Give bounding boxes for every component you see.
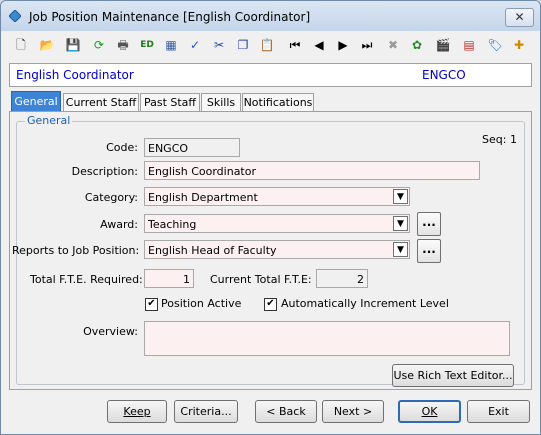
keep-button[interactable]: Keep	[107, 400, 167, 423]
category-label: Category:	[84, 191, 138, 204]
code-label: Code:	[106, 141, 138, 154]
add-task-icon[interactable]: ✚	[509, 35, 529, 55]
tag-icon[interactable]: 🏷	[485, 35, 505, 55]
award-select[interactable]: Teaching ▼	[144, 214, 410, 233]
open-folder-icon[interactable]: 📂	[37, 35, 57, 55]
overview-label: Overview:	[83, 325, 138, 338]
award-lookup-button[interactable]: ...	[417, 212, 441, 236]
current-fte-label: Current Total F.T.E:	[210, 273, 312, 286]
toolbar: 🗋 📂 💾 ⟳ 🖶 ED ▦ ✓ ✂ ❐ 📋 ⏮ ◀ ▶ ⏭ ✖ ✿ 🎬 ▤ 🏷 ✚	[9, 34, 532, 58]
chevron-down-icon[interactable]: ▼	[393, 189, 408, 204]
tab-general[interactable]: General	[11, 91, 61, 112]
chevron-down-icon[interactable]: ▼	[393, 242, 408, 257]
exit-button[interactable]: Exit	[467, 400, 530, 423]
fte-required-label: Total F.T.E. Required:	[30, 273, 143, 286]
calculator-icon[interactable]: ▦	[161, 35, 181, 55]
delete-icon[interactable]: ✖	[383, 35, 403, 55]
category-select[interactable]: English Department ▼	[144, 187, 410, 206]
description-field[interactable]: English Coordinator	[144, 161, 480, 180]
spellcheck-icon[interactable]: ✓	[185, 35, 205, 55]
group-legend: General	[25, 114, 73, 127]
job-position-window: Job Position Maintenance [English Coordi…	[0, 0, 541, 435]
next-button[interactable]: Next >	[322, 400, 384, 423]
hierarchy-icon[interactable]: ✿	[407, 35, 427, 55]
criteria-button[interactable]: Criteria...	[174, 400, 238, 423]
tab-current-staff[interactable]: Current Staff	[63, 93, 139, 111]
position-active-checkbox[interactable]: ✔	[145, 298, 158, 311]
new-document-icon[interactable]: 🗋	[11, 35, 31, 55]
current-fte-field: 2	[316, 269, 368, 288]
auto-increment-label[interactable]: Automatically Increment Level	[281, 297, 449, 310]
app-diamond-icon	[9, 10, 21, 22]
reports-to-value: English Head of Faculty	[148, 244, 277, 257]
fte-required-field[interactable]: 1	[144, 269, 194, 288]
window-title: Job Position Maintenance [English Coordi…	[29, 10, 311, 24]
chevron-down-icon[interactable]: ▼	[393, 216, 408, 231]
reports-to-select[interactable]: English Head of Faculty ▼	[144, 240, 410, 259]
category-value: English Department	[148, 191, 258, 204]
record-header: English Coordinator ENGCO	[9, 63, 532, 87]
record-name: English Coordinator	[16, 68, 134, 82]
tab-skills[interactable]: Skills	[201, 93, 241, 111]
next-record-icon[interactable]: ▶	[333, 35, 353, 55]
close-button[interactable]: ✕	[505, 8, 534, 27]
ok-button[interactable]: OK	[398, 400, 461, 423]
title-bar: Job Position Maintenance [English Coordi…	[1, 1, 540, 31]
ok-label: OK	[421, 405, 438, 418]
edit-icon[interactable]: ED	[137, 35, 157, 55]
printer-setup-icon[interactable]: ▤	[459, 35, 479, 55]
previous-record-icon[interactable]: ◀	[309, 35, 329, 55]
seq-value: 1	[510, 133, 517, 146]
back-button[interactable]: < Back	[255, 400, 317, 423]
record-code: ENGCO	[422, 68, 466, 82]
tab-past-staff[interactable]: Past Staff	[140, 93, 200, 111]
refresh-icon[interactable]: ⟳	[89, 35, 109, 55]
keep-label: Keep	[123, 405, 151, 418]
tab-notifications[interactable]: Notifications	[242, 93, 314, 111]
auto-increment-checkbox[interactable]: ✔	[264, 298, 277, 311]
seq-label: Seq:	[482, 133, 507, 146]
print-icon[interactable]: 🖶	[113, 35, 133, 55]
reports-to-label: Reports to Job Position:	[12, 244, 140, 257]
clapperboard-icon[interactable]: 🎬	[433, 35, 453, 55]
cut-icon[interactable]: ✂	[209, 35, 229, 55]
last-record-icon[interactable]: ⏭	[357, 35, 377, 55]
award-label: Award:	[100, 218, 138, 231]
first-record-icon[interactable]: ⏮	[285, 35, 305, 55]
save-icon[interactable]: 💾	[63, 35, 83, 55]
paste-icon[interactable]: 📋	[257, 35, 277, 55]
position-active-label[interactable]: Position Active	[161, 297, 241, 310]
reports-to-lookup-button[interactable]: ...	[417, 239, 441, 263]
general-panel: General Seq: 1 Code: ENGCO Description: …	[9, 111, 532, 390]
overview-field[interactable]	[144, 321, 510, 356]
rich-text-editor-button[interactable]: Use Rich Text Editor...	[392, 364, 514, 387]
award-value: Teaching	[148, 218, 197, 231]
code-field[interactable]: ENGCO	[144, 138, 240, 157]
description-label: Description:	[71, 165, 138, 178]
copy-icon[interactable]: ❐	[233, 35, 253, 55]
